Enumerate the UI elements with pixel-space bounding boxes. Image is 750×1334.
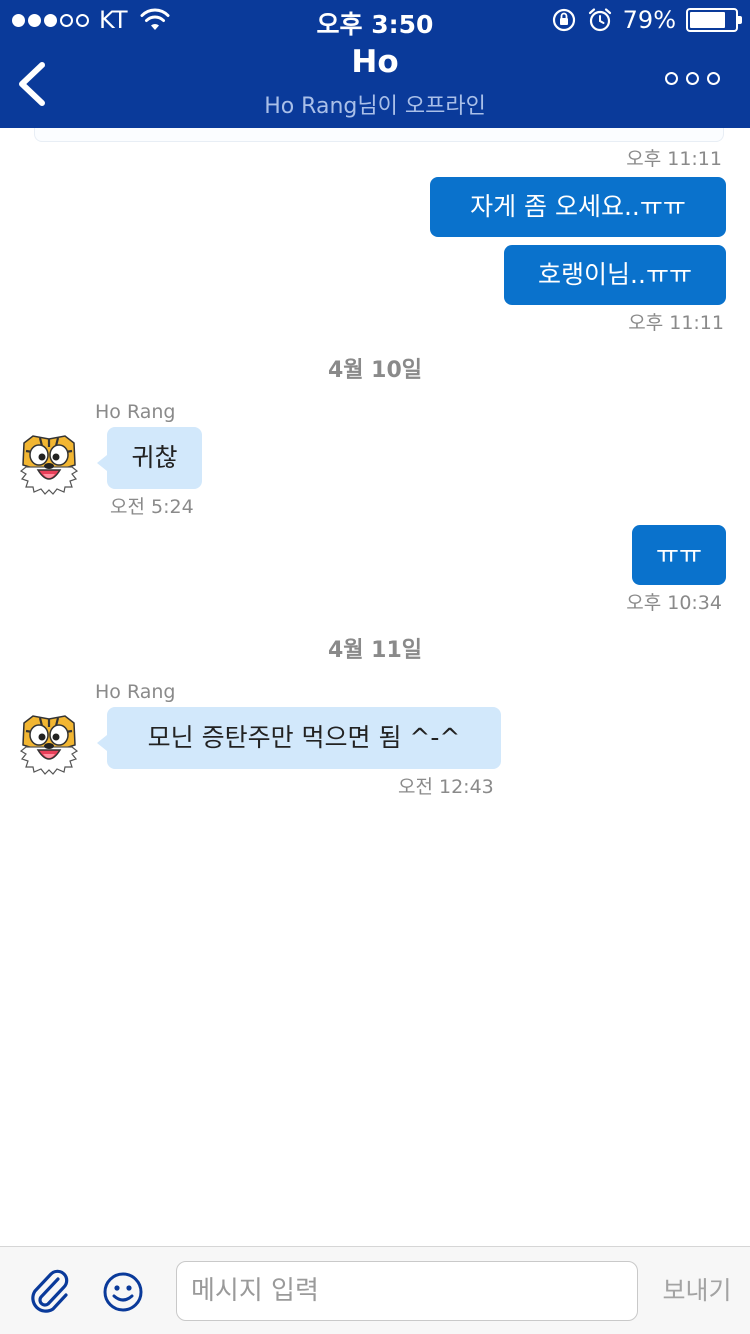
alarm-icon — [588, 8, 611, 32]
previous-message-bubble — [34, 128, 724, 142]
message-list[interactable]: 오후 11:11 자게 좀 오세요..ㅠㅠ 호랭이님..ㅠㅠ 오후 11:11 … — [0, 128, 750, 1246]
message-input[interactable] — [176, 1261, 638, 1321]
tiger-avatar-icon[interactable] — [18, 713, 80, 775]
sender-name: Ho Rang — [95, 681, 176, 703]
send-button[interactable]: 보내기 — [650, 1267, 744, 1315]
date-separator: 4월 10일 — [327, 358, 423, 383]
battery-percent: 79% — [622, 6, 676, 34]
paperclip-icon[interactable] — [28, 1267, 72, 1315]
rotation-lock-icon — [552, 8, 575, 32]
presence-status: Ho Rang님이 오프라인 — [264, 94, 486, 119]
message-timestamp: 오전 12:43 — [398, 776, 494, 798]
chat-title: Ho — [351, 44, 399, 80]
incoming-message-bubble[interactable]: 모닌 증탄주만 먹으면 됨 ^-^ — [97, 707, 501, 769]
date-separator: 4월 11일 — [327, 638, 423, 663]
more-dot — [665, 72, 678, 85]
battery-icon — [686, 8, 742, 32]
chat-header: KT 오후 3:50 79% Ho Ho Rang님이 오프라인 — [0, 0, 750, 128]
message-timestamp: 오전 5:24 — [110, 496, 194, 518]
outgoing-message-bubble[interactable]: 호랭이님..ㅠㅠ — [504, 245, 726, 305]
incoming-message-bubble[interactable]: 귀찮 — [97, 427, 202, 489]
outgoing-message-bubble[interactable]: 자게 좀 오세요..ㅠㅠ — [430, 177, 726, 237]
status-right: 79% — [551, 6, 742, 34]
message-input-bar: 보내기 — [0, 1246, 750, 1334]
tiger-avatar-icon[interactable] — [18, 433, 80, 495]
battery-fill — [690, 12, 725, 28]
message-timestamp: 오후 11:11 — [628, 312, 724, 334]
smiley-icon[interactable] — [102, 1271, 144, 1313]
more-options-button[interactable] — [665, 72, 720, 85]
more-dot — [686, 72, 699, 85]
more-dot — [707, 72, 720, 85]
status-bar: KT 오후 3:50 79% — [0, 0, 750, 40]
outgoing-message-bubble[interactable]: ㅠㅠ — [632, 525, 726, 585]
sender-name: Ho Rang — [95, 401, 176, 423]
message-timestamp: 오후 10:34 — [626, 592, 722, 614]
battery-tip — [738, 16, 742, 24]
message-timestamp: 오후 11:11 — [626, 148, 722, 170]
chat-screen: KT 오후 3:50 79% Ho Ho Rang님이 오프라인 오후 11:1… — [0, 0, 750, 1334]
